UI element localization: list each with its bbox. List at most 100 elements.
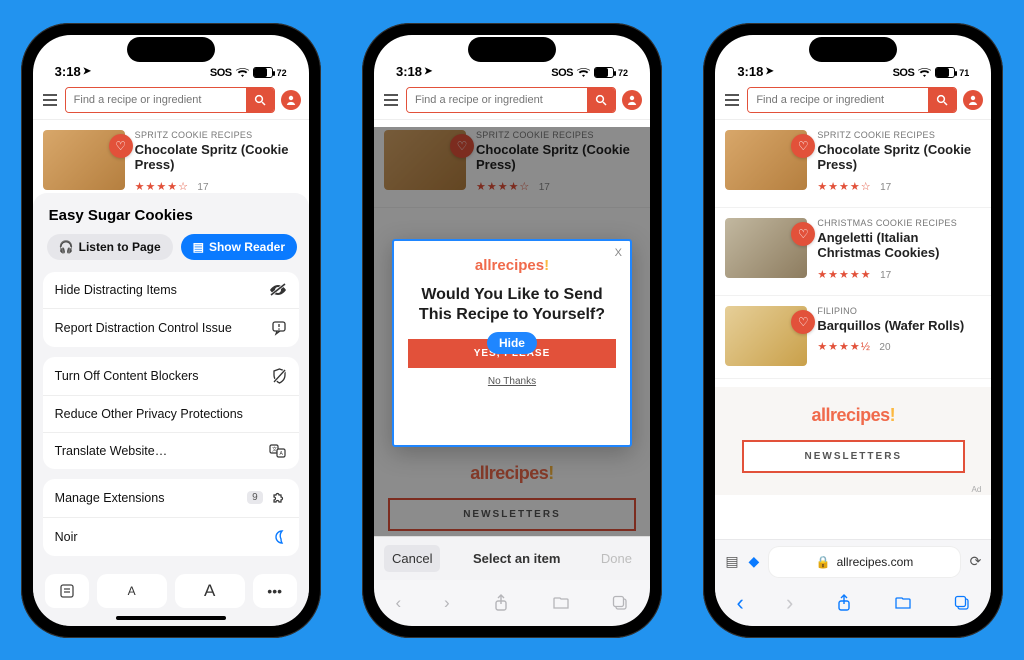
reduce-privacy-protections[interactable]: Reduce Other Privacy Protections <box>43 396 299 433</box>
favorite-button[interactable]: ♡ <box>791 134 815 158</box>
location-icon: ➤ <box>424 66 432 77</box>
noir-extension[interactable]: Noir <box>43 518 299 556</box>
wifi-icon <box>577 68 590 78</box>
forward-icon: › <box>444 593 450 613</box>
share-icon <box>493 594 509 612</box>
profile-icon[interactable] <box>281 90 301 110</box>
search-input[interactable] <box>407 88 587 112</box>
profile-icon[interactable] <box>622 90 642 110</box>
brand-logo: allrecipes! <box>812 405 896 425</box>
no-thanks-link[interactable]: No Thanks <box>488 376 536 387</box>
site-header <box>715 81 991 120</box>
close-icon[interactable]: X <box>615 247 622 259</box>
sos-indicator: SOS <box>551 67 573 79</box>
share-button[interactable] <box>836 594 852 612</box>
more-button[interactable]: ••• <box>253 574 297 608</box>
bookmarks-icon <box>552 596 570 610</box>
hamburger-icon[interactable] <box>723 94 741 106</box>
sos-indicator: SOS <box>893 67 915 79</box>
puzzle-icon <box>271 490 287 506</box>
search-button[interactable] <box>246 88 274 112</box>
manage-extensions[interactable]: Manage Extensions 9 <box>43 479 299 518</box>
selected-element[interactable]: X allrecipes! Would You Like to Send Thi… <box>392 239 632 447</box>
search-field[interactable] <box>747 87 957 113</box>
safari-toolbar: ‹ › <box>715 580 991 626</box>
listen-to-page-button[interactable]: 🎧 Listen to Page <box>47 234 173 260</box>
brand-block: allrecipes! NEWSLETTERS <box>715 387 991 495</box>
tabs-button[interactable] <box>954 595 970 611</box>
phone-frame-2: 3:18 ➤ SOS 72 ♡ <box>362 23 662 638</box>
recipe-title: Chocolate Spritz (Cookie Press) <box>817 142 977 173</box>
hide-distracting-items[interactable]: Hide Distracting Items <box>43 272 299 309</box>
star-rating: ★★★★★ <box>817 269 871 281</box>
site-header <box>33 81 309 120</box>
privacy-icon[interactable]: ◆ <box>749 553 760 570</box>
reader-settings-button[interactable] <box>45 574 89 608</box>
reader-icon[interactable]: ▤ <box>725 553 738 570</box>
favorite-button[interactable]: ♡ <box>791 222 815 246</box>
translate-icon: 文A <box>269 444 287 458</box>
reader-icon: ▤ <box>193 240 204 254</box>
back-button[interactable]: ‹ <box>736 590 743 616</box>
tabs-icon <box>612 595 628 611</box>
turn-off-content-blockers[interactable]: Turn Off Content Blockers <box>43 357 299 396</box>
url-field[interactable]: 🔒 allrecipes.com <box>769 547 959 577</box>
search-field[interactable] <box>406 87 616 113</box>
bookmarks-button[interactable] <box>894 596 912 610</box>
battery-percent: 72 <box>277 68 287 78</box>
moon-icon <box>271 529 287 545</box>
battery-icon <box>594 67 614 78</box>
hamburger-icon[interactable] <box>41 94 59 106</box>
recipe-thumbnail: ♡ <box>725 306 807 366</box>
hamburger-icon[interactable] <box>382 94 400 106</box>
search-field[interactable] <box>65 87 275 113</box>
safari-toolbar: ‹ › <box>374 580 650 626</box>
reload-icon[interactable]: ⟳ <box>970 553 982 570</box>
recipe-title: Angeletti (Italian Christmas Cookies) <box>817 230 977 261</box>
clock: 3:18 <box>396 64 422 79</box>
report-distraction-issue[interactable]: Report Distraction Control Issue <box>43 309 299 347</box>
rating-count: 17 <box>880 270 891 281</box>
dynamic-island <box>468 37 556 62</box>
recipe-category: SPRITZ COOKIE RECIPES <box>135 130 295 140</box>
battery-icon <box>935 67 955 78</box>
location-icon: ➤ <box>765 66 773 77</box>
text-smaller-button[interactable]: A <box>97 574 167 608</box>
show-reader-button[interactable]: ▤ Show Reader <box>181 234 297 260</box>
battery-percent: 72 <box>618 68 628 78</box>
favorite-button[interactable]: ♡ <box>109 134 133 158</box>
page-menu-sheet: Easy Sugar Cookies 🎧 Listen to Page ▤ Sh… <box>33 193 309 626</box>
search-input[interactable] <box>748 88 928 112</box>
dynamic-island <box>809 37 897 62</box>
url-text: allrecipes.com <box>837 555 914 569</box>
hide-chip[interactable]: Hide <box>487 332 537 354</box>
recipe-card[interactable]: ♡ CHRISTMAS COOKIE RECIPES Angeletti (It… <box>715 208 991 296</box>
recipe-card[interactable]: ♡ SPRITZ COOKIE RECIPES Chocolate Spritz… <box>715 120 991 208</box>
location-icon: ➤ <box>83 66 91 77</box>
newsletters-button[interactable]: NEWSLETTERS <box>742 440 965 473</box>
profile-icon[interactable] <box>963 90 983 110</box>
translate-website[interactable]: Translate Website… 文A <box>43 433 299 469</box>
cancel-button[interactable]: Cancel <box>384 545 440 572</box>
recipe-thumbnail: ♡ <box>43 130 125 190</box>
recipe-card[interactable]: ♡ FILIPINO Barquillos (Wafer Rolls) ★★★★… <box>715 296 991 379</box>
star-rating: ★★★★☆ <box>817 181 871 193</box>
forward-button: › <box>786 590 793 616</box>
address-bar[interactable]: ▤ ◆ 🔒 allrecipes.com ⟳ <box>715 539 991 584</box>
site-header <box>374 81 650 120</box>
search-input[interactable] <box>66 88 246 112</box>
rating-count: 17 <box>197 182 208 193</box>
recipe-thumbnail: ♡ <box>725 130 807 190</box>
selection-action-bar: Cancel Select an item Done <box>374 536 650 580</box>
search-button[interactable] <box>587 88 615 112</box>
favorite-button[interactable]: ♡ <box>791 310 815 334</box>
home-indicator[interactable] <box>116 616 226 620</box>
eye-slash-icon <box>269 283 287 297</box>
text-larger-button[interactable]: A <box>175 574 245 608</box>
rating-count: 17 <box>880 182 891 193</box>
recipe-title: Chocolate Spritz (Cookie Press) <box>135 142 295 173</box>
battery-icon <box>253 67 273 78</box>
back-icon: ‹ <box>395 593 401 613</box>
search-button[interactable] <box>928 88 956 112</box>
battery-percent: 71 <box>959 68 969 78</box>
